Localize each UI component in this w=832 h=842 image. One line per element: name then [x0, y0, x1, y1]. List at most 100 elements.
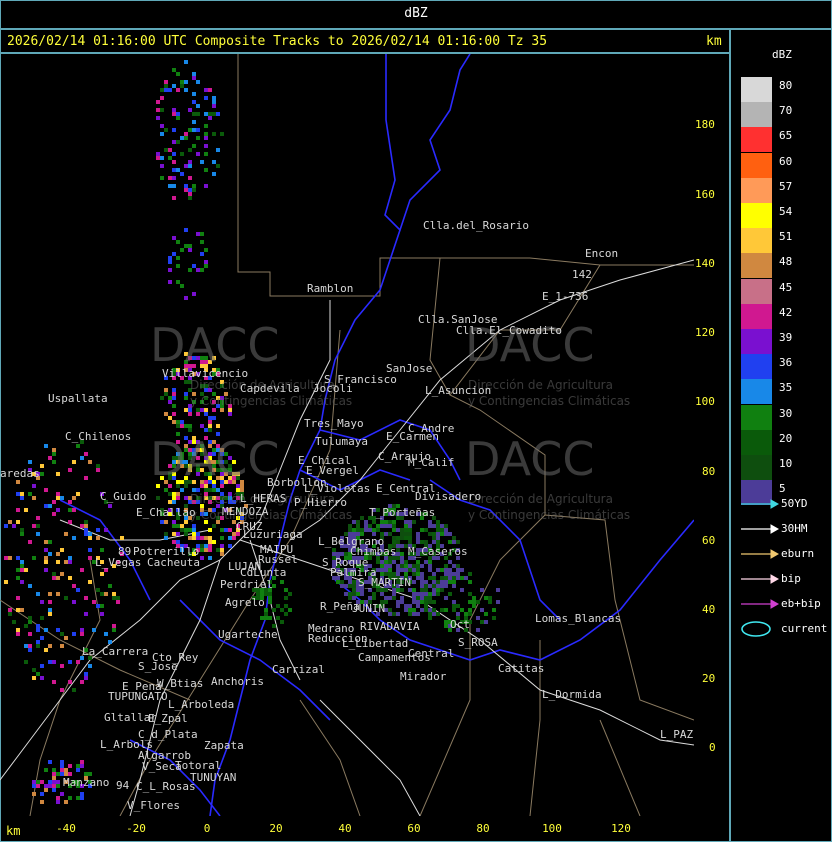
echo-pixel	[444, 528, 448, 532]
echo-pixel	[204, 124, 208, 128]
echo-pixel	[168, 492, 172, 496]
echo-pixel	[432, 608, 436, 612]
echo-pixel	[80, 760, 84, 764]
echo-pixel	[428, 564, 432, 568]
echo-pixel	[404, 520, 408, 524]
echo-pixel	[436, 588, 440, 592]
echo-pixel	[172, 128, 176, 132]
echo-pixel	[172, 412, 176, 416]
echo-pixel	[380, 520, 384, 524]
echo-pixel	[72, 600, 76, 604]
echo-pixel	[412, 564, 416, 568]
echo-pixel	[428, 596, 432, 600]
echo-pixel	[172, 392, 176, 396]
echo-pixel	[192, 128, 196, 132]
echo-pixel	[212, 160, 216, 164]
echo-pixel	[444, 596, 448, 600]
echo-pixel	[192, 72, 196, 76]
echo-pixel	[28, 632, 32, 636]
echo-pixel	[56, 628, 60, 632]
echo-pixel	[184, 244, 188, 248]
echo-pixel	[396, 556, 400, 560]
echo-pixel	[60, 644, 64, 648]
echo-pixel	[344, 584, 348, 588]
place-label: L_HERAS	[240, 492, 287, 505]
place-label: L_Arboleda	[168, 698, 235, 711]
legend-swatch-70	[741, 102, 772, 128]
echo-pixel	[56, 800, 60, 804]
echo-pixel	[112, 592, 116, 596]
echo-pixel	[440, 524, 444, 528]
echo-pixel	[204, 136, 208, 140]
legend-label-10: 10	[779, 457, 793, 470]
echo-pixel	[436, 520, 440, 524]
echo-pixel	[192, 92, 196, 96]
echo-pixel	[28, 540, 32, 544]
echo-pixel	[452, 540, 456, 544]
echo-pixel	[456, 572, 460, 576]
echo-pixel	[28, 492, 32, 496]
echo-pixel	[88, 548, 92, 552]
echo-pixel	[56, 560, 60, 564]
echo-pixel	[156, 108, 160, 112]
echo-pixel	[432, 536, 436, 540]
echo-pixel	[204, 264, 208, 268]
echo-pixel	[52, 512, 56, 516]
echo-pixel	[32, 784, 36, 788]
echo-pixel	[340, 584, 344, 588]
echo-pixel	[412, 588, 416, 592]
echo-pixel	[180, 136, 184, 140]
echo-pixel	[52, 452, 56, 456]
echo-pixel	[448, 568, 452, 572]
echo-pixel	[484, 612, 488, 616]
echo-pixel	[284, 588, 288, 592]
echo-pixel	[4, 556, 8, 560]
echo-pixel	[16, 628, 20, 632]
echo-pixel	[404, 564, 408, 568]
echo-pixel	[160, 396, 164, 400]
echo-pixel	[196, 104, 200, 108]
echo-pixel	[424, 584, 428, 588]
echo-pixel	[428, 520, 432, 524]
echo-pixel	[456, 540, 460, 544]
echo-pixel	[204, 412, 208, 416]
echo-pixel	[388, 564, 392, 568]
echo-pixel	[76, 588, 80, 592]
echo-pixel	[16, 492, 20, 496]
echo-pixel	[180, 488, 184, 492]
echo-pixel	[440, 528, 444, 532]
echo-pixel	[360, 592, 364, 596]
echo-pixel	[64, 596, 68, 600]
echo-pixel	[392, 612, 396, 616]
echo-pixel	[68, 764, 72, 768]
legend-label-65: 65	[779, 129, 793, 143]
echo-pixel	[376, 568, 380, 572]
echo-pixel	[412, 596, 416, 600]
echo-pixel	[176, 524, 180, 528]
echo-pixel	[404, 524, 408, 528]
track-legend-symbols	[741, 499, 780, 637]
echo-pixel	[220, 536, 224, 540]
echo-pixel	[348, 584, 352, 588]
echo-pixel	[172, 500, 176, 504]
echo-pixel	[188, 244, 192, 248]
echo-pixel	[108, 504, 112, 508]
echo-pixel	[472, 600, 476, 604]
echo-pixel	[420, 572, 424, 576]
echo-pixel	[404, 568, 408, 572]
echo-pixel	[212, 104, 216, 108]
echo-pixel	[424, 540, 428, 544]
echo-pixel	[68, 560, 72, 564]
echo-pixel	[168, 148, 172, 152]
place-label: 142	[572, 268, 592, 281]
echo-pixel	[204, 408, 208, 412]
echo-pixel	[268, 596, 272, 600]
echo-pixel	[468, 592, 472, 596]
echo-pixel	[388, 524, 392, 528]
echo-pixel	[196, 232, 200, 236]
echo-pixel	[452, 584, 456, 588]
echo-pixel	[184, 136, 188, 140]
echo-pixel	[200, 424, 204, 428]
echo-pixel	[428, 576, 432, 580]
track-label-bip: bip	[781, 572, 801, 585]
